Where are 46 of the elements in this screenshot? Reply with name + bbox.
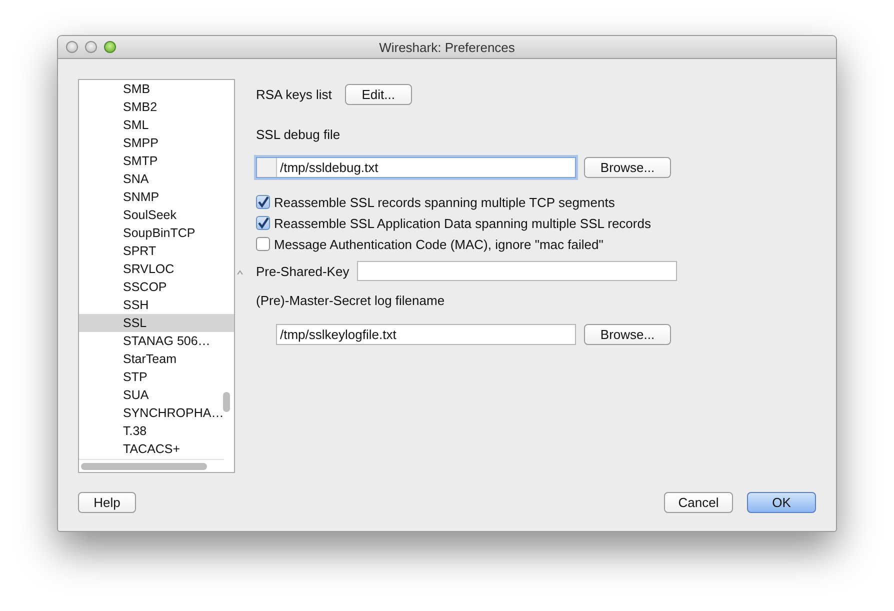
list-item[interactable]: STANAG 506…: [79, 332, 234, 350]
checkbox[interactable]: [256, 237, 270, 251]
debug-file-field[interactable]: /tmp/ssldebug.txt: [256, 157, 576, 178]
checkbox-label: Reassemble SSL Application Data spanning multiple SSL records: [274, 216, 651, 230]
checkbox-label: Message Authentication Code (MAC), ignore "mac failed": [274, 236, 604, 252]
help-button[interactable]: Help: [78, 492, 136, 513]
list-item[interactable]: SMB2: [79, 98, 234, 116]
list-item[interactable]: SMTP: [79, 152, 234, 170]
list-item[interactable]: TACACS+: [79, 440, 234, 458]
browse-button[interactable]: Browse...: [584, 324, 671, 345]
list-item[interactable]: SoupBinTCP: [79, 224, 234, 242]
list-item[interactable]: T.38: [79, 422, 234, 440]
close-icon[interactable]: [66, 41, 78, 53]
checkbox-label: Reassemble SSL records spanning multiple TCP segments: [274, 194, 615, 210]
master-secret-field[interactable]: /tmp/sslkeylogfile.txt: [276, 324, 576, 345]
list-item[interactable]: SMB: [79, 80, 234, 98]
scroll-thumb[interactable]: [223, 392, 230, 412]
list-item[interactable]: SSH: [79, 296, 234, 314]
list-item[interactable]: SRVLOC: [79, 260, 234, 278]
list-item[interactable]: SMPP: [79, 134, 234, 152]
pre-shared-key-label: Pre-Shared-Key: [256, 264, 350, 278]
zoom-icon[interactable]: [104, 41, 116, 53]
debug-file-label: SSL debug file: [256, 127, 340, 142]
list-item[interactable]: SSL: [79, 314, 234, 332]
edit-button[interactable]: Edit...: [344, 84, 412, 105]
checkbox[interactable]: [256, 216, 270, 230]
rsa-keys-label: RSA keys list: [256, 87, 332, 102]
checkbox[interactable]: [256, 195, 270, 209]
list-item[interactable]: SSCOP: [79, 278, 234, 296]
cancel-button[interactable]: Cancel: [664, 492, 733, 513]
window-title: Wireshark: Preferences: [379, 40, 515, 54]
list-item[interactable]: SNMP: [79, 188, 234, 206]
browse-button[interactable]: Browse...: [584, 157, 671, 178]
list-item[interactable]: StarTeam: [79, 350, 234, 368]
list-item[interactable]: STP: [79, 368, 234, 386]
minimize-icon[interactable]: [85, 41, 97, 53]
list-item[interactable]: SPRT: [79, 242, 234, 260]
ok-button[interactable]: OK: [747, 492, 816, 513]
list-item[interactable]: SYNCHROPHA…: [79, 404, 234, 422]
list-item[interactable]: SoulSeek: [79, 206, 234, 224]
list-item[interactable]: SUA: [79, 386, 234, 404]
list-item[interactable]: SNA: [79, 170, 234, 188]
list-item[interactable]: SML: [79, 116, 234, 134]
horizontal-scrollbar[interactable]: [79, 459, 224, 472]
master-secret-label: (Pre)-Master-Secret log filename: [256, 293, 445, 308]
pre-shared-key-field[interactable]: [357, 261, 678, 281]
